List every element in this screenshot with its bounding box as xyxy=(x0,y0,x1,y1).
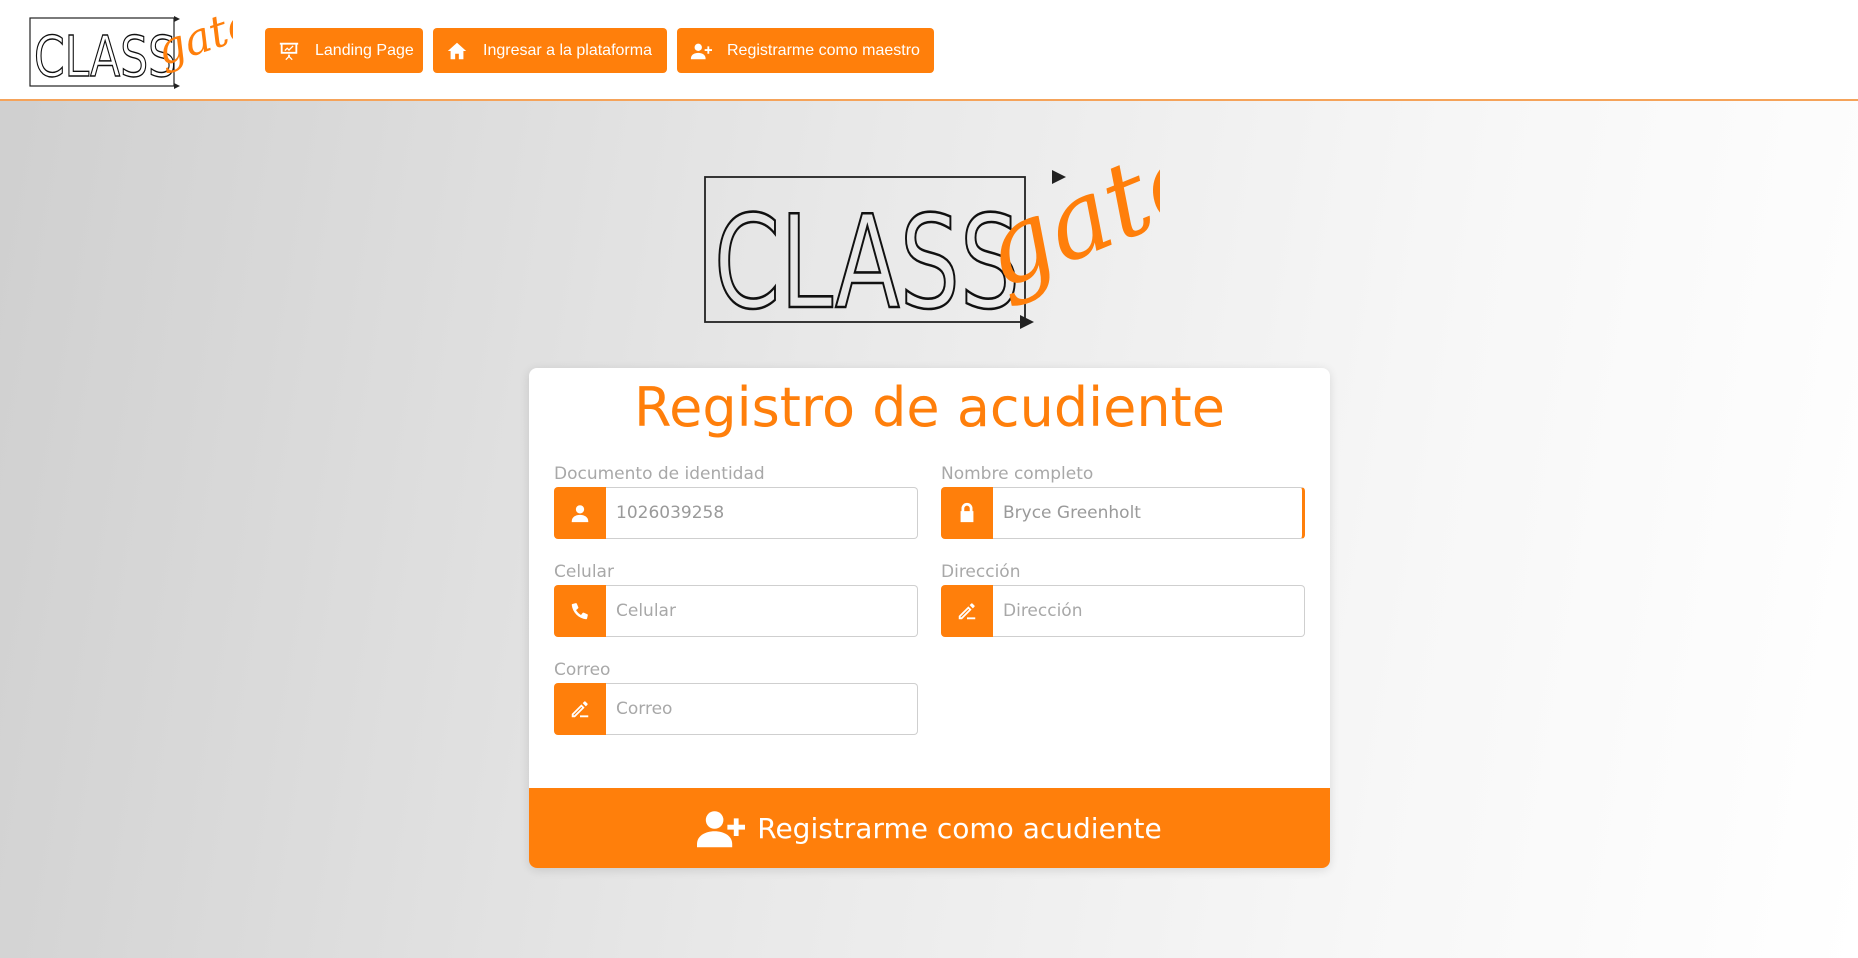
celular-input-group xyxy=(554,585,918,637)
direccion-field: Dirección xyxy=(941,561,1305,637)
top-navbar: CLASS gate Landing Page Ingresar a la pl… xyxy=(0,0,1858,101)
ingresar-plataforma-label: Ingresar a la plataforma xyxy=(483,41,652,59)
registrarme-maestro-label: Registrarme como maestro xyxy=(727,41,920,59)
nombre-input[interactable] xyxy=(993,487,1305,539)
direccion-input-group xyxy=(941,585,1305,637)
registrarme-acudiente-label: Registrarme como acudiente xyxy=(757,811,1162,845)
documento-input[interactable] xyxy=(606,487,918,539)
nombre-input-group xyxy=(941,487,1305,539)
documento-field: Documento de identidad xyxy=(554,463,918,539)
home-icon xyxy=(445,39,469,63)
registrarme-acudiente-button[interactable]: Registrarme como acudiente xyxy=(529,788,1330,868)
celular-input[interactable] xyxy=(606,585,918,637)
classgate-logo-small[interactable]: CLASS gate xyxy=(28,8,233,92)
ingresar-plataforma-button[interactable]: Ingresar a la plataforma xyxy=(433,28,667,73)
landing-page-label: Landing Page xyxy=(315,41,414,59)
celular-label: Celular xyxy=(554,562,614,582)
phone-icon xyxy=(554,585,606,637)
presentation-icon xyxy=(277,39,301,63)
correo-field: Correo xyxy=(554,659,918,735)
celular-field: Celular xyxy=(554,561,918,637)
documento-input-group xyxy=(554,487,918,539)
direccion-label: Dirección xyxy=(941,562,1021,582)
documento-label: Documento de identidad xyxy=(554,464,765,484)
registration-card: Registro de acudiente Documento de ident… xyxy=(529,368,1330,868)
classgate-logo-large: CLASS gate xyxy=(704,152,1160,339)
pen-icon xyxy=(941,585,993,637)
registrarme-maestro-button[interactable]: Registrarme como maestro xyxy=(677,28,934,73)
correo-input[interactable] xyxy=(606,683,918,735)
page-title: Registro de acudiente xyxy=(634,376,1225,439)
user-plus-icon xyxy=(697,811,746,848)
nombre-field: Nombre completo xyxy=(941,463,1305,539)
user-icon xyxy=(554,487,606,539)
pen-icon xyxy=(554,683,606,735)
landing-page-button[interactable]: Landing Page xyxy=(265,28,423,73)
nombre-label: Nombre completo xyxy=(941,464,1094,484)
lock-icon xyxy=(941,487,993,539)
user-plus-icon xyxy=(689,39,713,63)
direccion-input[interactable] xyxy=(993,585,1305,637)
correo-input-group xyxy=(554,683,918,735)
correo-label: Correo xyxy=(554,660,611,680)
